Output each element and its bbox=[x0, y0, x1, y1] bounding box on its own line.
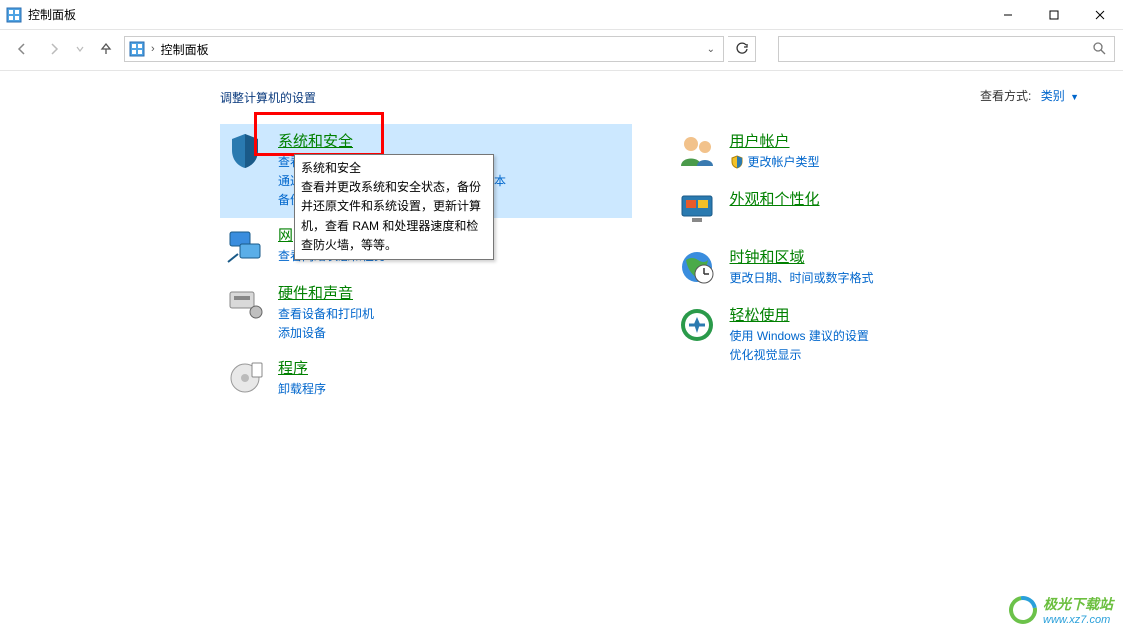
forward-button[interactable] bbox=[40, 35, 68, 63]
clock-region-link-0[interactable]: 更改日期、时间或数字格式 bbox=[730, 269, 874, 286]
window-controls bbox=[985, 0, 1123, 30]
clock-region-icon bbox=[676, 246, 718, 288]
control-panel-icon bbox=[129, 41, 145, 57]
category-user-accounts: 用户帐户更改帐户类型 bbox=[672, 124, 1084, 182]
search-box[interactable] bbox=[778, 36, 1115, 62]
tooltip: 系统和安全 查看并更改系统和安全状态，备份并还原文件和系统设置，更新计算机，查看… bbox=[294, 154, 494, 260]
watermark-logo-icon bbox=[1004, 591, 1043, 630]
network-internet-icon bbox=[224, 224, 266, 266]
clock-region-link-text-0: 更改日期、时间或数字格式 bbox=[730, 269, 874, 286]
search-icon bbox=[1092, 41, 1106, 58]
breadcrumb-item[interactable]: 控制面板 bbox=[161, 41, 209, 58]
view-mode-label: 查看方式: bbox=[980, 89, 1031, 103]
back-button[interactable] bbox=[8, 35, 36, 63]
ease-of-access-link-text-1: 优化视觉显示 bbox=[730, 346, 802, 363]
ease-of-access-link-text-0: 使用 Windows 建议的设置 bbox=[730, 327, 869, 344]
appearance-body: 外观和个性化 bbox=[730, 188, 820, 209]
control-panel-app-icon bbox=[6, 7, 22, 23]
programs-link-text-0: 卸载程序 bbox=[278, 380, 326, 397]
hardware-sound-link-0[interactable]: 查看设备和打印机 bbox=[278, 305, 374, 322]
navigation-bar: › 控制面板 ⌄ bbox=[0, 30, 1123, 68]
minimize-button[interactable] bbox=[985, 0, 1031, 30]
watermark: 极光下载站 www.xz7.com bbox=[1009, 594, 1113, 626]
ease-of-access-link-0[interactable]: 使用 Windows 建议的设置 bbox=[730, 327, 869, 344]
programs-link-0[interactable]: 卸载程序 bbox=[278, 380, 326, 397]
watermark-text: 极光下载站 bbox=[1043, 596, 1113, 612]
content-area: 调整计算机的设置 查看方式: 类别 ▼ 系统和安全查看你的计算机状态通过文件历史… bbox=[0, 79, 1123, 409]
toolbar-divider bbox=[0, 70, 1123, 71]
system-security-icon bbox=[224, 130, 266, 172]
clock-region-title[interactable]: 时钟和区域 bbox=[730, 246, 874, 267]
appearance-icon bbox=[676, 188, 718, 230]
breadcrumb-chevron-icon[interactable]: › bbox=[151, 43, 155, 55]
user-accounts-title[interactable]: 用户帐户 bbox=[730, 130, 820, 151]
category-hardware-sound: 硬件和声音查看设备和打印机添加设备 bbox=[220, 276, 632, 351]
ease-of-access-body: 轻松使用使用 Windows 建议的设置优化视觉显示 bbox=[730, 304, 869, 363]
up-button[interactable] bbox=[92, 35, 120, 63]
appearance-title[interactable]: 外观和个性化 bbox=[730, 188, 820, 209]
address-dropdown-icon[interactable]: ⌄ bbox=[703, 44, 719, 55]
close-button[interactable] bbox=[1077, 0, 1123, 30]
chevron-down-icon[interactable]: ▼ bbox=[1070, 92, 1079, 102]
category-clock-region: 时钟和区域更改日期、时间或数字格式 bbox=[672, 240, 1084, 298]
watermark-url: www.xz7.com bbox=[1043, 614, 1113, 626]
category-column-right: 用户帐户更改帐户类型外观和个性化时钟和区域更改日期、时间或数字格式轻松使用使用 … bbox=[672, 124, 1084, 409]
clock-region-body: 时钟和区域更改日期、时间或数字格式 bbox=[730, 246, 874, 286]
hardware-sound-link-1[interactable]: 添加设备 bbox=[278, 324, 374, 341]
programs-title[interactable]: 程序 bbox=[278, 357, 326, 378]
user-accounts-body: 用户帐户更改帐户类型 bbox=[730, 130, 820, 170]
category-programs: 程序卸载程序 bbox=[220, 351, 632, 409]
hardware-sound-link-text-1: 添加设备 bbox=[278, 324, 326, 341]
ease-of-access-icon bbox=[676, 304, 718, 346]
category-appearance: 外观和个性化 bbox=[672, 182, 1084, 240]
window-title: 控制面板 bbox=[28, 6, 76, 23]
window-titlebar: 控制面板 bbox=[0, 0, 1123, 30]
ease-of-access-link-1[interactable]: 优化视觉显示 bbox=[730, 346, 869, 363]
tooltip-title: 系统和安全 bbox=[301, 159, 487, 178]
hardware-sound-title[interactable]: 硬件和声音 bbox=[278, 282, 374, 303]
tooltip-body: 查看并更改系统和安全状态，备份并还原文件和系统设置，更新计算机，查看 RAM 和… bbox=[301, 178, 487, 255]
hardware-sound-link-text-0: 查看设备和打印机 bbox=[278, 305, 374, 322]
programs-icon bbox=[224, 357, 266, 399]
user-accounts-icon bbox=[676, 130, 718, 172]
programs-body: 程序卸载程序 bbox=[278, 357, 326, 397]
uac-shield-icon bbox=[730, 155, 744, 169]
category-ease-of-access: 轻松使用使用 Windows 建议的设置优化视觉显示 bbox=[672, 298, 1084, 373]
user-accounts-link-text-0: 更改帐户类型 bbox=[748, 153, 820, 170]
view-mode[interactable]: 查看方式: 类别 ▼ bbox=[980, 87, 1079, 104]
ease-of-access-title[interactable]: 轻松使用 bbox=[730, 304, 869, 325]
recent-dropdown[interactable] bbox=[72, 35, 88, 63]
hardware-sound-icon bbox=[224, 282, 266, 324]
view-mode-value[interactable]: 类别 bbox=[1041, 89, 1065, 103]
address-bar[interactable]: › 控制面板 ⌄ bbox=[124, 36, 724, 62]
hardware-sound-body: 硬件和声音查看设备和打印机添加设备 bbox=[278, 282, 374, 341]
system-security-title[interactable]: 系统和安全 bbox=[278, 130, 506, 151]
refresh-button[interactable] bbox=[728, 36, 756, 62]
page-heading: 调整计算机的设置 bbox=[220, 89, 1083, 106]
user-accounts-link-0[interactable]: 更改帐户类型 bbox=[730, 153, 820, 170]
maximize-button[interactable] bbox=[1031, 0, 1077, 30]
